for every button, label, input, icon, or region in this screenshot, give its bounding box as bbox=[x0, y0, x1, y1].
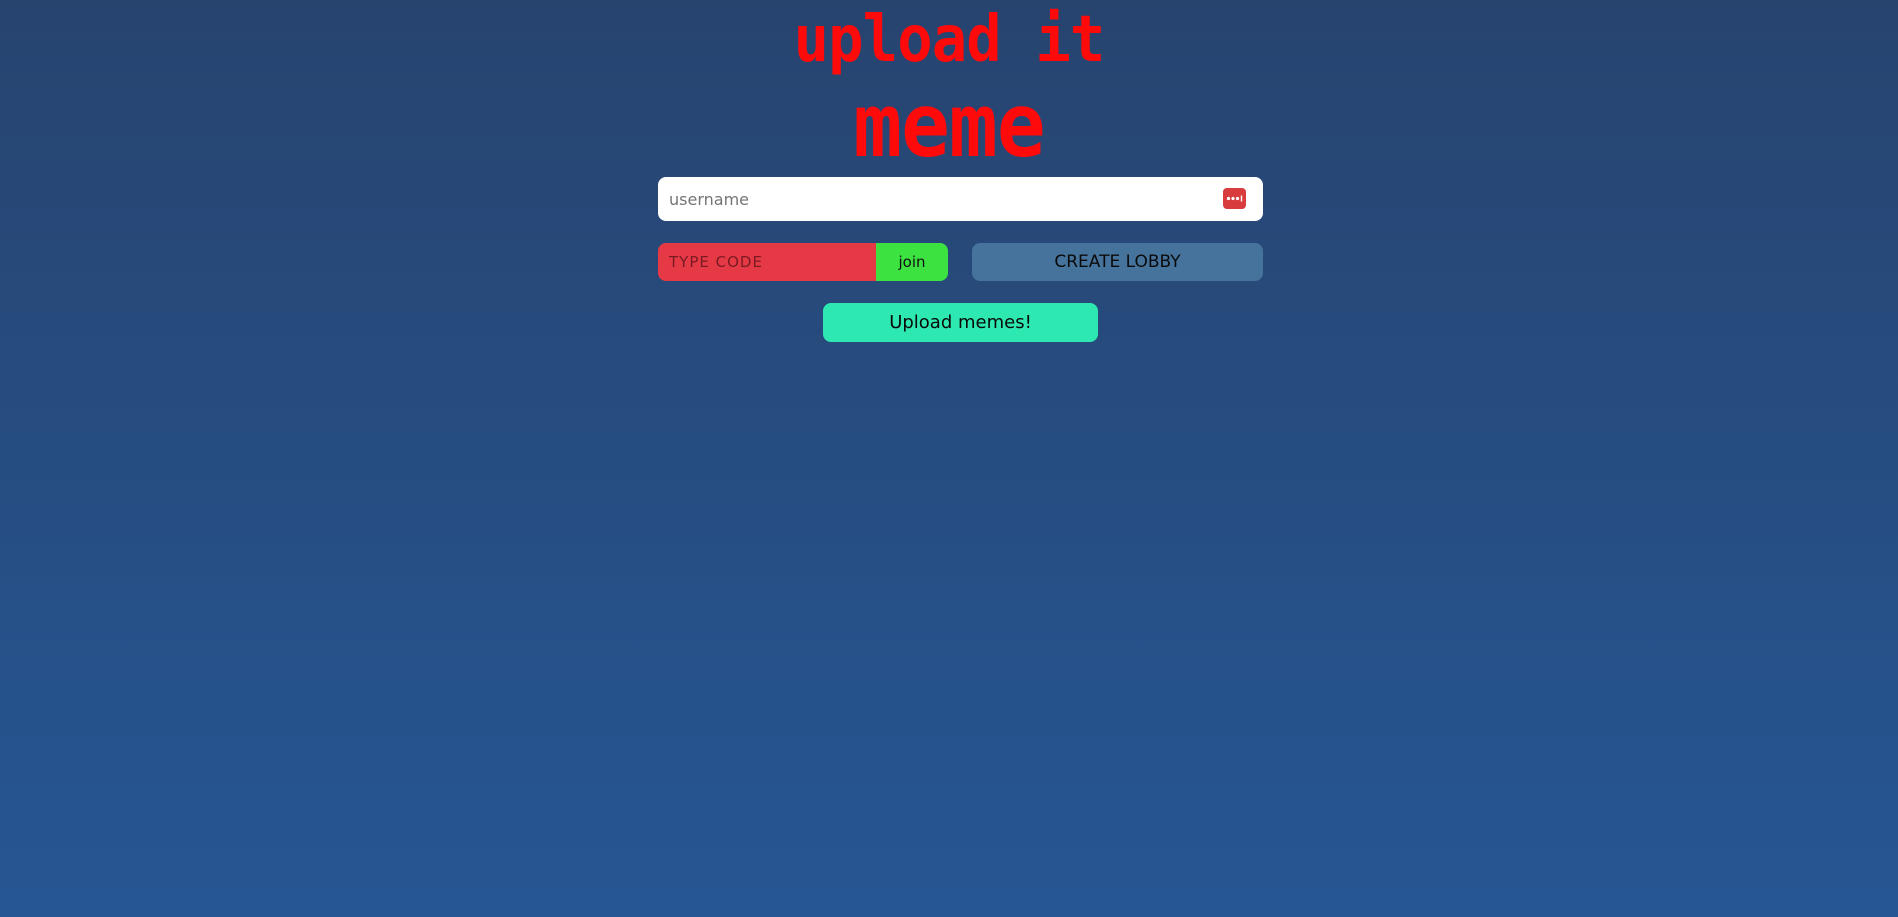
logo-line-upload-it: upload it bbox=[793, 3, 1106, 77]
password-manager-icon[interactable] bbox=[1223, 188, 1246, 209]
create-lobby-button[interactable]: CREATE LOBBY bbox=[972, 243, 1263, 281]
lobby-code-input[interactable] bbox=[658, 243, 876, 281]
logo-line-meme: meme bbox=[853, 74, 1045, 177]
join-lobby-group: join bbox=[658, 243, 948, 281]
upload-memes-button[interactable]: Upload memes! bbox=[823, 303, 1098, 342]
dots-icon bbox=[1226, 195, 1243, 202]
username-input[interactable] bbox=[658, 177, 1218, 221]
join-button[interactable]: join bbox=[876, 243, 948, 281]
username-field-container bbox=[658, 177, 1263, 221]
